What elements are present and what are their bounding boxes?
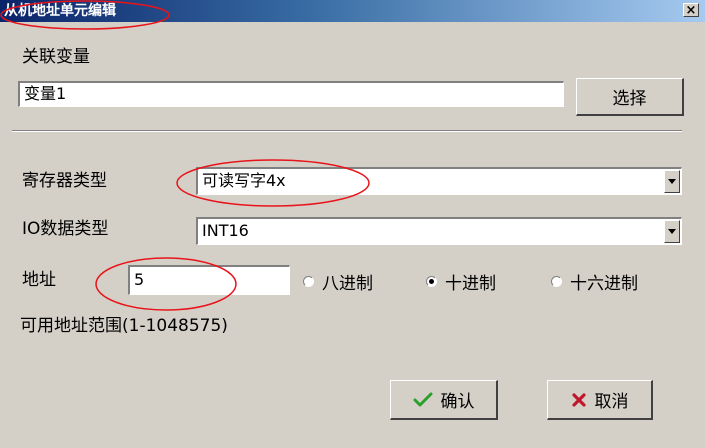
linked-variable-label: 关联变量 <box>22 47 90 67</box>
separator <box>12 130 682 132</box>
radix-decimal-label: 十进制 <box>445 274 496 294</box>
select-button[interactable]: 选择 <box>576 78 684 116</box>
address-label: 地址 <box>22 270 56 290</box>
address-edit-dialog: 从机地址单元编辑 × 关联变量 变量1 选择 寄存器类型 可读写字4x IO数据… <box>0 0 705 448</box>
select-button-label: 选择 <box>612 89 647 109</box>
cancel-button-label: 取消 <box>594 392 629 412</box>
chevron-down-icon[interactable] <box>664 220 680 243</box>
title-bar[interactable]: 从机地址单元编辑 × <box>0 0 705 22</box>
register-type-label: 寄存器类型 <box>22 171 107 191</box>
cancel-button[interactable]: 取消 <box>547 380 653 420</box>
radix-octal-label: 八进制 <box>322 274 373 294</box>
register-type-value: 可读写字4x <box>202 171 286 190</box>
radix-hex-label: 十六进制 <box>570 274 638 294</box>
close-button[interactable]: × <box>683 3 699 17</box>
address-range-text: 可用地址范围(1-1048575) <box>20 316 228 336</box>
radix-hex-radio[interactable]: 十六进制 <box>551 269 638 294</box>
io-data-type-value: INT16 <box>202 221 249 240</box>
io-data-type-label: IO数据类型 <box>22 219 109 239</box>
radio-dot-icon <box>426 276 437 287</box>
check-icon <box>413 392 432 406</box>
io-data-type-select[interactable]: INT16 <box>196 217 682 245</box>
linked-variable-field[interactable]: 变量1 <box>18 81 564 107</box>
radix-decimal-radio[interactable]: 十进制 <box>426 269 496 294</box>
window-title: 从机地址单元编辑 <box>4 3 116 19</box>
radio-dot-icon <box>303 276 314 287</box>
ok-button-label: 确认 <box>440 392 475 412</box>
radio-dot-icon <box>551 276 562 287</box>
radix-octal-radio[interactable]: 八进制 <box>303 269 373 294</box>
x-icon <box>571 392 586 407</box>
register-type-select[interactable]: 可读写字4x <box>196 167 682 195</box>
chevron-down-icon[interactable] <box>664 170 680 193</box>
ok-button[interactable]: 确认 <box>390 380 498 420</box>
address-field[interactable]: 5 <box>128 265 290 295</box>
